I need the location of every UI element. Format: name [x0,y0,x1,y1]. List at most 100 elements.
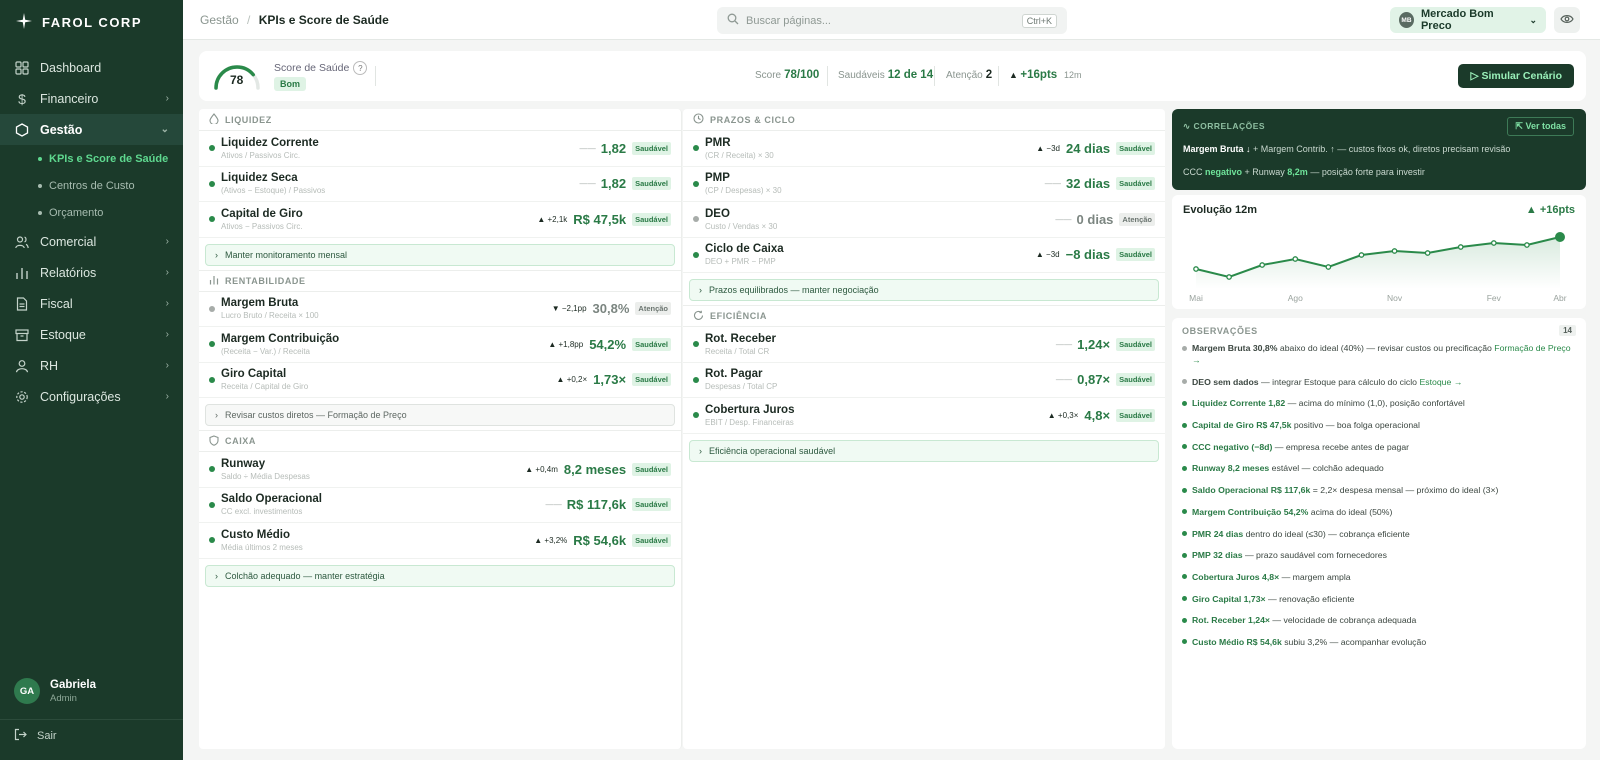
status-badge: Saudável [1116,248,1155,262]
divider [0,719,183,720]
kpi-formula: Ativos / Passivos Circ. [221,150,301,160]
note-text: Manter monitoramento mensal [225,249,348,260]
subitem-label: KPIs e Score de Saúde [49,152,169,165]
kpi-row[interactable]: Rot. Receber Receita / Total CR — — 1,24× Sa… [683,327,1165,363]
logout-button[interactable]: Sair [14,728,57,744]
observation-detail: — margem ampla [1279,571,1351,582]
recommendation-note[interactable]: › Revisar custos diretos — Formação de Pr… [205,404,675,426]
status-badge: Saudável [632,533,671,547]
sidebar-item-rh[interactable]: RH › [0,350,183,381]
kpi-row[interactable]: Saldo Operacional CC excl. investimentos —… [199,488,681,523]
kpi-row[interactable]: DEO Custo / Vendas × 30 — — 0 dias Atenção [683,202,1165,238]
gear-icon [14,389,30,405]
button-label: Ver todas [1525,121,1566,131]
observation-metric: Runway 8,2 meses [1192,463,1270,474]
sidebar-item-estoque[interactable]: Estoque › [0,319,183,350]
kpi-value: 24 dias [1065,140,1111,156]
observation-detail: estável — colchão adequado [1269,463,1384,474]
kpi-name: PMP [705,172,730,185]
kpi-row[interactable]: Rot. Pagar Despesas / Total CP — — 0,87× Sau… [683,363,1165,398]
status-dot [209,305,215,312]
kpi-row[interactable]: Runway Saldo ÷ Média Despesas ▲ +0,4m 8,2 m… [199,452,681,488]
logout-label: Sair [37,730,57,742]
observation-text: DEO sem dados — integrar Estoque para cá… [1192,376,1462,388]
simulate-scenario-button[interactable]: ▷ Simular Cenário [1458,64,1574,88]
observation-text: Giro Capital 1,73× — renovação eficiente [1192,593,1355,605]
kpi-row[interactable]: Liquidez Corrente Ativos / Passivos Circ.… [199,131,681,167]
kpi-formula: (Ativos − Estoque) / Passivos [221,186,326,196]
sidebar-item-label: Dashboard [40,60,102,75]
kpi-row[interactable]: PMP (CP / Despesas) × 30 — — 32 dias Saudáve… [683,167,1165,202]
status-dot [1182,487,1187,493]
status-dot [1182,465,1187,471]
kpi-row[interactable]: Margem Bruta Lucro Bruto / Receita × 100 ▼… [199,292,681,327]
sidebar-item-configuracoes[interactable]: Configurações › [0,381,183,412]
subitem-centros-custo[interactable]: Centros de Custo [0,172,183,199]
kpi-row[interactable]: Liquidez Seca (Ativos − Estoque) / Passiv… [199,167,681,202]
chevron-right-icon: › [165,391,169,402]
company-selector[interactable]: MB Mercado Bom Preco ⌄ [1390,7,1546,33]
recommendation-note[interactable]: › Prazos equilibrados — manter negociação [689,279,1159,301]
correlation-text: + Margem Contrib. ↑ — custos fixos ok, d… [1250,144,1511,154]
status-badge: Saudável [1116,373,1155,387]
clock-icon [693,113,704,126]
observation-metric: Saldo Operacional R$ 117,6k [1192,485,1311,496]
sidebar-item-comercial[interactable]: Comercial › [0,226,183,257]
visibility-toggle[interactable] [1554,7,1580,33]
external-link-icon: ⇱ [1515,121,1526,131]
kpi-row[interactable]: Custo Médio Média últimos 2 meses ▲ +3,2% R… [199,523,681,559]
sidebar-item-fiscal[interactable]: Fiscal › [0,288,183,319]
avatar: GA [14,678,40,704]
kpi-value: 1,24× [1077,336,1111,352]
kpi-row[interactable]: Giro Capital Receita / Capital de Giro ▲ +… [199,363,681,398]
kpi-delta: ▲ +2,1k [537,214,568,224]
chevron-right-icon: › [165,267,169,278]
section-title: PRAZOS & CICLO [710,114,796,125]
recommendation-note[interactable]: › Manter monitoramento mensal [205,243,675,266]
search-input[interactable]: Buscar páginas... Ctrl+K [717,7,1067,34]
help-icon[interactable]: ? [353,61,368,75]
divider [934,66,935,86]
kpi-column-left: LIQUIDEZ Liquidez Corrente Ativos / Passi… [199,109,682,749]
sidebar-item-relatorios[interactable]: Relatórios › [0,257,183,288]
brand[interactable]: FAROL CORP [0,0,183,44]
kpi-row[interactable]: Capital de Giro Ativos − Passivos Circ. ▲ … [199,202,681,238]
observation-metric: Liquidez Corrente 1,82 [1192,398,1286,409]
sidebar-item-label: Configurações [40,389,121,404]
kpi-formula: (CR / Receita) × 30 [705,150,774,160]
sidebar-item-gestao[interactable]: Gestão ⌄ [0,114,183,145]
recommendation-note[interactable]: › Eficiência operacional saudável [689,439,1159,462]
subitem-kpis[interactable]: KPIs e Score de Saúde [0,145,183,172]
bar-chart-icon [14,265,30,281]
recommendation-note[interactable]: › Colchão adequado — manter estratégia [205,564,675,587]
status-dot [209,501,215,508]
status-badge: Saudável [632,373,671,387]
kpi-row[interactable]: Ciclo de Caixa DEO + PMR − PMP ▲ −3d −8 dia… [683,238,1165,273]
stat-period: 12m [1063,70,1082,80]
subitem-orcamento[interactable]: Orçamento [0,199,183,226]
sidebar-item-dashboard[interactable]: Dashboard [0,52,183,83]
kpi-formula: Ativos − Passivos Circ. [221,221,303,231]
observation-metric: CCC negativo (−8d) [1192,441,1273,452]
observation-detail: — velocidade de cobrança adequada [1269,615,1417,626]
note-text: Colchão adequado — manter estratégia [225,570,385,581]
evolution-chart-card: Evolução 12m ▲ +16pts Mai Ago Nov Fev Abr [1172,195,1586,309]
kpi-row[interactable]: Margem Contribuição (Receita − Var.) / Re… [199,327,681,363]
divider [998,66,999,86]
observation-metric: Giro Capital 1,73× [1192,593,1266,604]
observation-text: Cobertura Juros 4,8× — margem ampla [1192,571,1351,583]
observation-item: Runway 8,2 meses estável — colchão adequ… [1182,462,1578,474]
kpi-row[interactable]: PMR (CR / Receita) × 30 ▲ −3d 24 dias Saudáv… [683,131,1165,167]
status-dot [1182,444,1187,450]
kpi-value: 30,8% [592,301,630,317]
observation-text: Capital de Giro R$ 47,5k positivo — boa … [1192,419,1420,431]
score-summary-bar: 78 Score de Saúde ? Bom Score 78/100 Saud… [199,51,1586,101]
kpi-value: 4,8× [1084,407,1111,423]
breadcrumb-parent[interactable]: Gestão [200,13,239,27]
view-all-button[interactable]: ⇱ Ver todas [1507,117,1574,136]
observation-link[interactable]: Estoque → [1419,377,1462,387]
sidebar-item-financeiro[interactable]: $ Financeiro › [0,83,183,114]
search-placeholder: Buscar páginas... [746,14,831,27]
kpi-row[interactable]: Cobertura Juros EBIT / Desp. Financeiras ▲… [683,398,1165,434]
user-profile[interactable]: GA Gabriela Admin [0,678,96,704]
